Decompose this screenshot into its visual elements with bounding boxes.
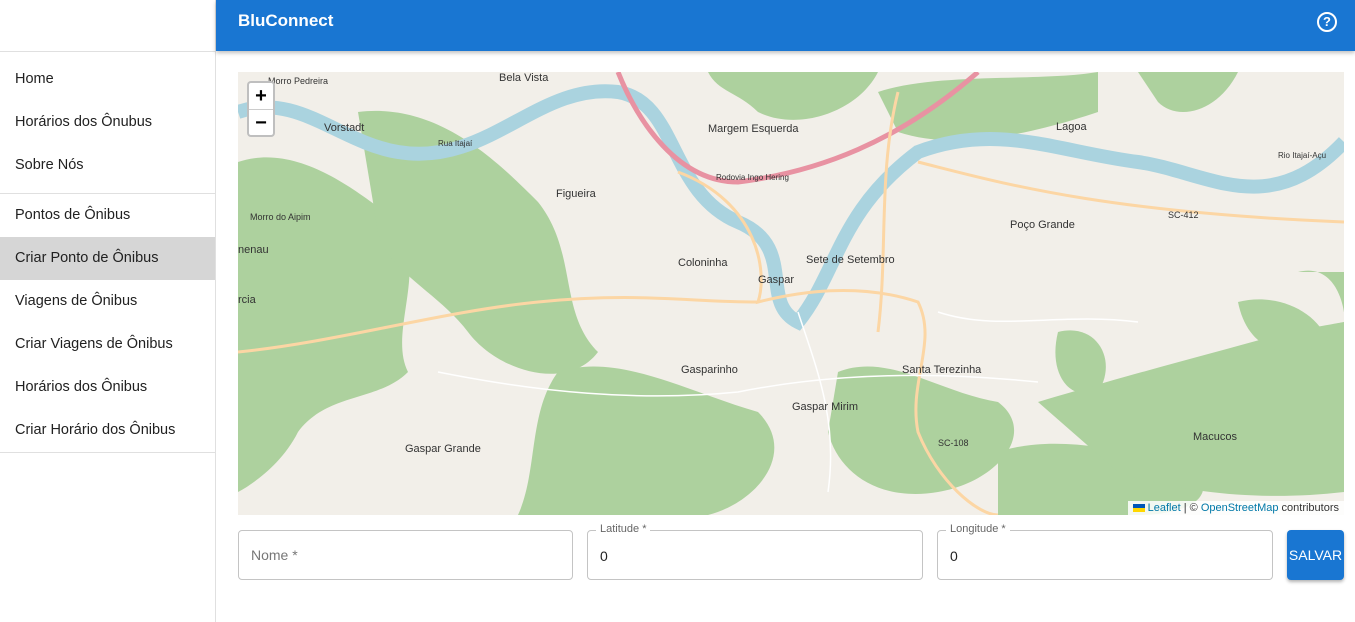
zoom-in-button[interactable]: + — [249, 83, 273, 109]
road-shield-label: SC-108 — [938, 438, 969, 448]
place-label: rcia — [238, 294, 257, 306]
app-title: BluConnect — [238, 11, 334, 30]
place-label: Gasparinho — [681, 364, 738, 376]
app-bar: BluConnect ? — [216, 0, 1355, 51]
nav-item-viagens-onibus[interactable]: Viagens de Ônibus — [0, 280, 215, 323]
zoom-control: + − — [247, 81, 275, 137]
osm-link[interactable]: OpenStreetMap — [1201, 502, 1279, 514]
place-label: Morro do Aipim — [250, 212, 311, 222]
place-label: Santa Terezinha — [902, 364, 982, 376]
road-shield-label: SC-412 — [1168, 210, 1199, 220]
map-attribution: Leaflet | © OpenStreetMap contributors — [1127, 501, 1344, 515]
nav-item-criar-viagens-onibus[interactable]: Criar Viagens de Ônibus — [0, 323, 215, 366]
attribution-suffix: contributors — [1278, 502, 1339, 514]
leaflet-link[interactable]: Leaflet — [1148, 502, 1181, 514]
attribution-separator: | © — [1180, 502, 1201, 514]
nav-item-horarios-onubus[interactable]: Horários dos Ônubus — [0, 101, 215, 144]
road-label: Rodovia Ingo Hering — [716, 173, 789, 182]
place-label: Poço Grande — [1010, 219, 1075, 231]
nav-item-criar-horario-onibus[interactable]: Criar Horário dos Ônibus — [0, 409, 215, 452]
latitude-value: 0 — [600, 548, 608, 564]
nav-item-sobre-nos[interactable]: Sobre Nós — [0, 144, 215, 187]
nome-placeholder: Nome * — [251, 547, 298, 563]
place-label: Bela Vista — [499, 72, 549, 84]
river-label: Rio Itajaí-Açu — [1278, 151, 1326, 160]
latitude-label: Latitude * — [596, 523, 651, 535]
sidebar: Home Horários dos Ônubus Sobre Nós Ponto… — [0, 0, 216, 622]
place-label: Coloninha — [678, 257, 728, 269]
place-label: Morro Pedreira — [268, 76, 328, 86]
nome-field[interactable]: Nome * — [238, 530, 573, 580]
place-label: Vorstadt — [324, 122, 364, 134]
save-button[interactable]: SALVAR — [1287, 530, 1344, 580]
longitude-label: Longitude * — [946, 523, 1010, 535]
place-label: Gaspar Grande — [405, 443, 481, 455]
nav-item-pontos-onibus[interactable]: Pontos de Ônibus — [0, 194, 215, 237]
sidebar-header — [0, 0, 215, 52]
ukraine-flag-icon — [1132, 504, 1145, 513]
place-label: Macucos — [1193, 431, 1238, 443]
nav-group-admin: Pontos de Ônibus Criar Ponto de Ônibus V… — [0, 194, 215, 453]
place-label: Figueira — [556, 188, 597, 200]
place-label: Lagoa — [1056, 121, 1087, 133]
place-label: Sete de Setembro — [806, 254, 895, 266]
zoom-out-button[interactable]: − — [249, 109, 273, 135]
place-label: nenau — [238, 244, 269, 256]
road-label: Rua Itajaí — [438, 139, 473, 148]
nav-group-main: Home Horários dos Ônubus Sobre Nós — [0, 52, 215, 194]
map-view[interactable]: Bela Vista Vorstadt Margem Esquerda Lago… — [238, 72, 1344, 515]
place-label: Gaspar — [758, 274, 794, 286]
longitude-value: 0 — [950, 548, 958, 564]
latitude-field[interactable]: Latitude * 0 — [587, 523, 923, 580]
help-icon[interactable]: ? — [1317, 12, 1337, 32]
nav-item-horarios-onibus[interactable]: Horários dos Ônibus — [0, 366, 215, 409]
nav-item-home[interactable]: Home — [0, 58, 215, 101]
map-tiles: Bela Vista Vorstadt Margem Esquerda Lago… — [238, 72, 1344, 515]
place-label: Gaspar Mirim — [792, 401, 858, 413]
longitude-field[interactable]: Longitude * 0 — [937, 523, 1273, 580]
place-label: Margem Esquerda — [708, 123, 799, 135]
nav-item-criar-ponto-onibus[interactable]: Criar Ponto de Ônibus — [0, 237, 215, 280]
